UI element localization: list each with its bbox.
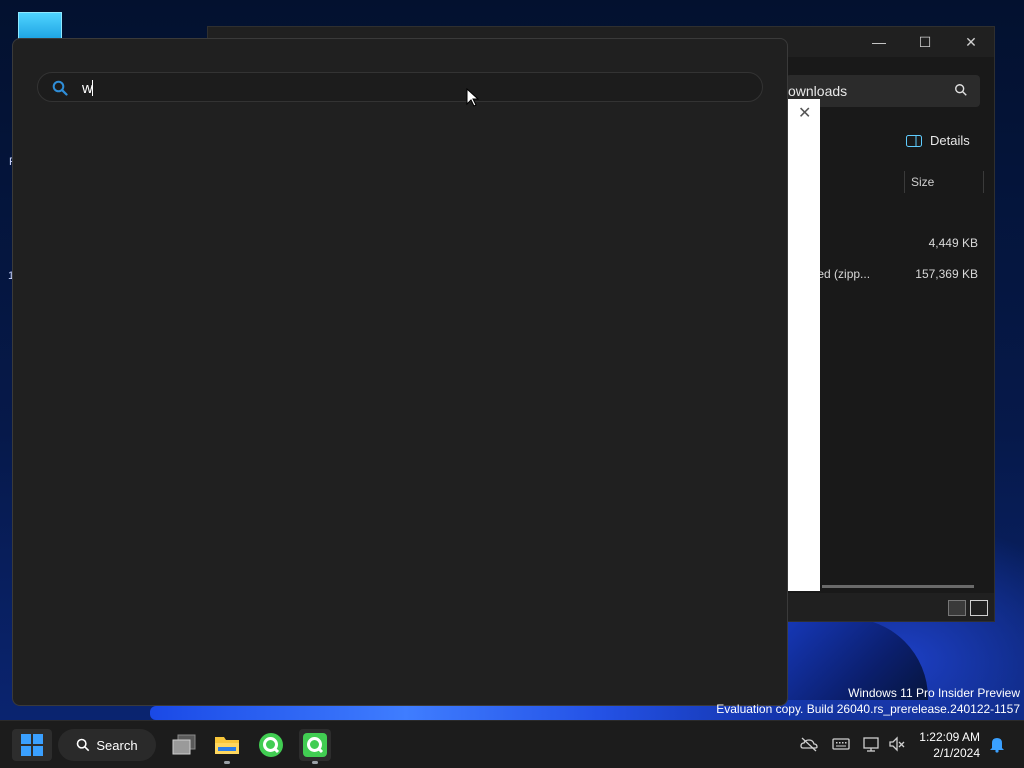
details-pane-icon [906, 134, 922, 147]
taskbar: Search 1:22:09 AM 2/1/2024 [0, 720, 1024, 768]
qt-creator-icon [259, 733, 283, 757]
watermark-line-1: Windows 11 Pro Insider Preview [848, 686, 1020, 700]
keyboard-icon[interactable] [832, 735, 850, 753]
running-indicator [312, 761, 318, 764]
minimize-button[interactable]: — [856, 27, 902, 57]
system-clock[interactable]: 1:22:09 AM 2/1/2024 [919, 729, 980, 761]
search-box[interactable] [37, 72, 763, 102]
volume-muted-icon[interactable] [888, 735, 906, 753]
qt-app-taskbar-button[interactable] [299, 729, 331, 764]
taskbar-search-label: Search [96, 737, 138, 753]
search-icon [77, 738, 90, 752]
start-button[interactable] [12, 729, 52, 761]
watermark-line-2: Evaluation copy. Build 26040.rs_prerelea… [716, 702, 1020, 716]
windows-logo-icon [21, 734, 43, 756]
maximize-button[interactable]: ☐ [902, 27, 948, 57]
close-button[interactable]: ✕ [948, 27, 994, 57]
folder-icon [215, 737, 239, 754]
clock-date: 2/1/2024 [933, 746, 980, 760]
wallpaper-streak [150, 706, 790, 720]
qt-app-icon [303, 733, 327, 757]
dialog-close-icon[interactable]: ✕ [798, 103, 811, 123]
task-view-button[interactable] [168, 729, 200, 761]
qt-creator-taskbar-button[interactable] [255, 729, 287, 761]
mouse-cursor-icon [466, 88, 480, 107]
clock-time: 1:22:09 AM [919, 730, 980, 744]
preview-dialog-fragment [788, 99, 820, 591]
file-explorer-taskbar-button[interactable] [211, 729, 243, 764]
search-input[interactable] [80, 77, 744, 99]
search-panel [12, 38, 788, 706]
details-button[interactable]: Details [906, 133, 970, 148]
column-header-size[interactable]: Size [904, 171, 984, 193]
notification-bell-icon[interactable] [988, 735, 1006, 753]
details-view-icon[interactable] [948, 600, 966, 616]
taskbar-search-button[interactable]: Search [58, 729, 156, 761]
large-icons-view-icon[interactable] [970, 600, 988, 616]
task-view-icon [172, 734, 196, 755]
text-caret [92, 80, 93, 96]
network-icon[interactable] [863, 735, 881, 753]
file-size: 157,369 KB [915, 267, 978, 281]
file-size: 4,449 KB [928, 236, 978, 250]
horizontal-scrollbar[interactable] [822, 585, 974, 588]
running-indicator [224, 761, 230, 764]
details-label: Details [930, 133, 970, 148]
address-text: ownloads [788, 83, 848, 99]
search-icon[interactable] [954, 83, 968, 97]
onedrive-off-icon[interactable] [800, 735, 818, 753]
search-icon [52, 80, 68, 96]
